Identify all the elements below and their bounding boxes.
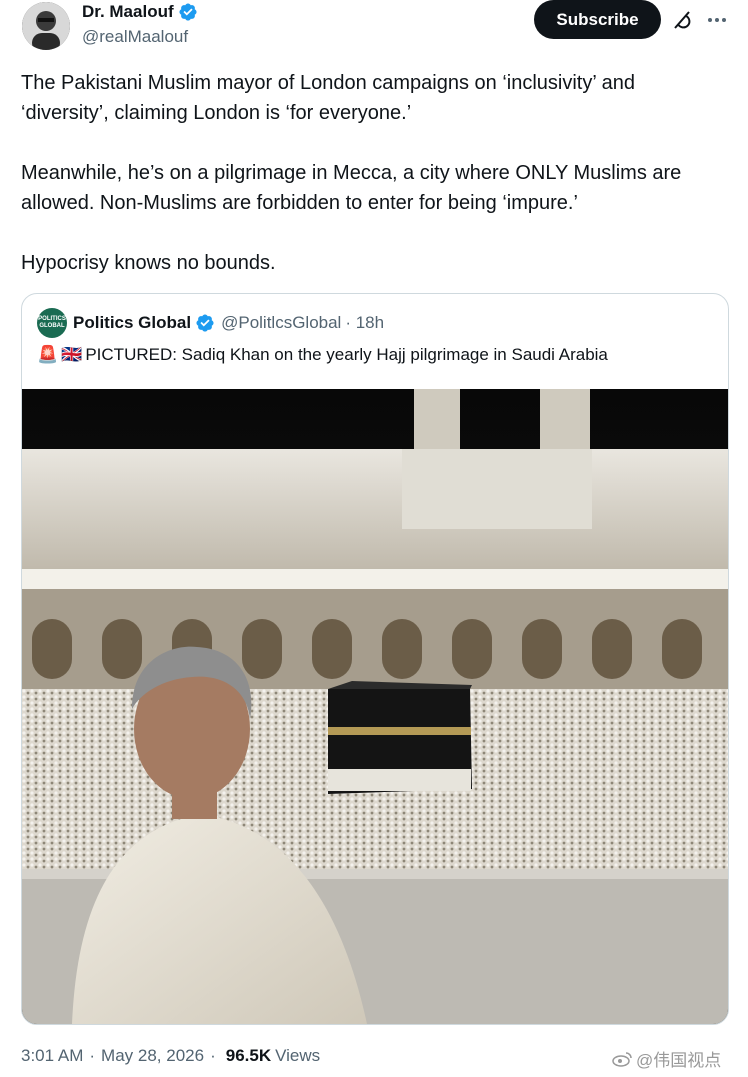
quoted-tweet-time[interactable]: · 18h [345,313,384,333]
weibo-logo-icon [612,1051,632,1067]
tweet-metadata: 3:01 AM · May 28, 2026 · 96.5K Views [21,1046,320,1066]
views-label: Views [275,1046,321,1065]
siren-emoji-icon: 🚨 [37,345,59,364]
quoted-author-avatar[interactable]: POLITICS GLOBAL [37,308,67,338]
tweet-paragraph: The Pakistani Muslim mayor of London cam… [21,72,635,124]
separator-dot: · [89,1046,96,1065]
subscribe-button[interactable]: Subscribe [534,0,661,39]
verified-badge-icon [196,314,214,332]
quoted-tweet-text: 🚨 🇬🇧 PICTURED: Sadiq Khan on the yearly … [37,345,608,365]
views-count: 96.5K [225,1046,272,1065]
author-display-name[interactable]: Dr. Maalouf [82,2,174,22]
author-avatar[interactable] [22,2,70,50]
watermark-text: @伟国视点 [636,1051,722,1070]
quoted-author-name[interactable]: Politics Global [73,313,191,333]
quoted-tweet-photo[interactable] [22,389,728,1024]
tweet-date[interactable]: May 28, 2026 [101,1046,204,1066]
quoted-author-handle[interactable]: @PolitlcsGlobal [221,313,341,333]
quoted-tweet-header: POLITICS GLOBAL Politics Global @Politlc… [37,308,384,338]
quoted-tweet[interactable]: POLITICS GLOBAL Politics Global @Politlc… [21,293,729,1025]
tweet-time[interactable]: 3:01 AM [21,1046,83,1066]
author-name-row: Dr. Maalouf [82,2,198,22]
tweet-paragraph: Hypocrisy knows no bounds. [21,252,276,274]
grok-icon[interactable] [670,8,694,32]
more-options-icon[interactable] [705,8,729,32]
uk-flag-emoji-icon: 🇬🇧 [61,345,83,364]
separator-dot: · [210,1046,216,1065]
author-handle[interactable]: @realMaalouf [82,27,188,47]
tweet-body: The Pakistani Muslim mayor of London cam… [21,68,721,278]
tweet-header: Dr. Maalouf @realMaalouf Subscribe [0,0,748,60]
quoted-tweet-body: PICTURED: Sadiq Khan on the yearly Hajj … [85,345,608,364]
watermark: @伟国视点 [612,1046,721,1071]
tweet-paragraph: Meanwhile, he’s on a pilgrimage in Mecca… [21,162,682,214]
verified-badge-icon [179,3,197,21]
